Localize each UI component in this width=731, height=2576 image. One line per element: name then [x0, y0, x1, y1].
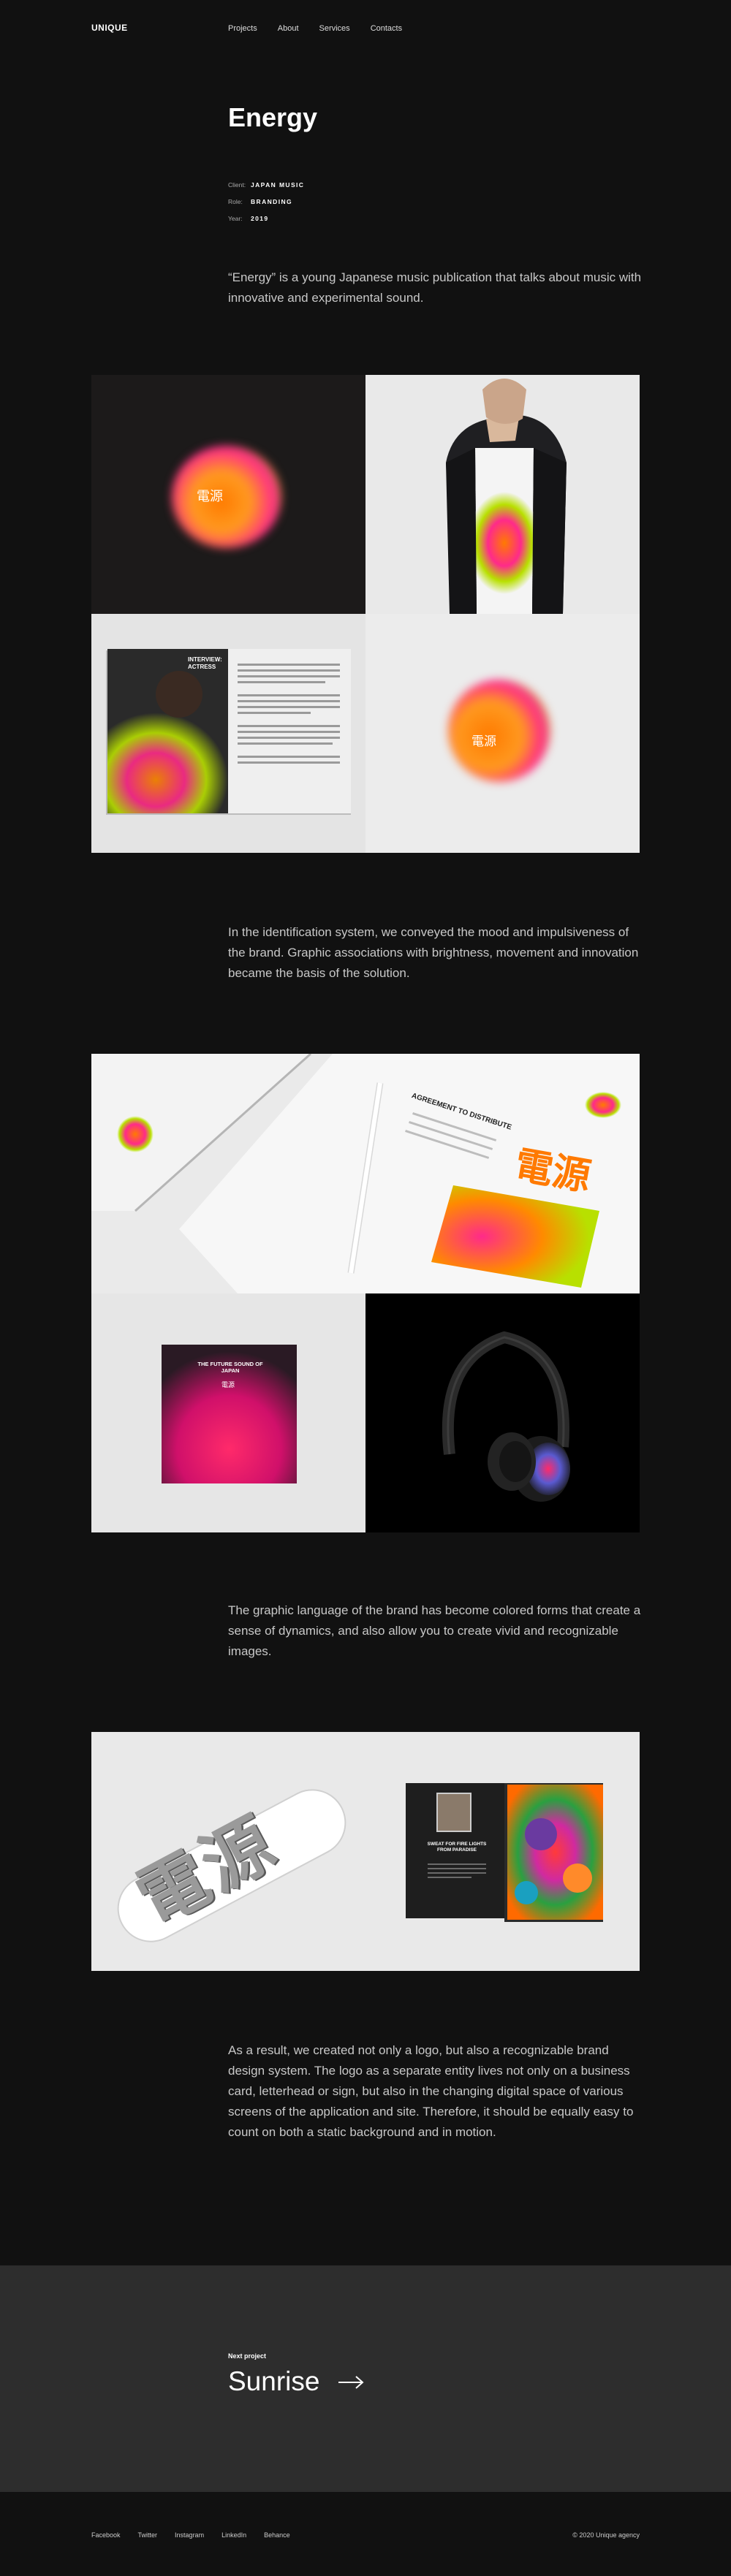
magazine-spread-image: INTERVIEW: ACTRESS: [91, 614, 366, 853]
book-illustration: [366, 1732, 640, 1971]
vinyl-kanji: 電源: [221, 1382, 235, 1389]
main-nav: Projects About Services Contacts: [228, 24, 423, 33]
social-link-facebook[interactable]: Facebook: [91, 2531, 121, 2539]
image-grid-2: AGREEMENT TO DISTRIBUTE 電源 THE FUTURE SO…: [91, 1054, 640, 1532]
arrow-right-icon[interactable]: [338, 2375, 364, 2393]
social-link-behance[interactable]: Behance: [264, 2531, 290, 2539]
magazine-illustration: [91, 614, 366, 853]
magazine-heading: INTERVIEW: ACTRESS: [188, 656, 222, 670]
logo-kanji-2: 電源: [471, 734, 496, 749]
book-title: SWEAT FOR FIRE LIGHTS FROM PARADISE: [427, 1842, 487, 1853]
site-header: UNIQUE Projects About Services Contacts: [0, 0, 731, 58]
social-link-instagram[interactable]: Instagram: [175, 2531, 204, 2539]
skateboard-image: 電源: [91, 1732, 366, 1971]
headphones-illustration: [366, 1293, 640, 1532]
meta-role-value: BRANDING: [251, 197, 293, 205]
meta-role: Role: BRANDING: [228, 193, 304, 210]
meta-year: Year: 2019: [228, 210, 304, 227]
social-links: Facebook Twitter Instagram LinkedIn Beha…: [91, 2531, 308, 2539]
meta-year-key: Year:: [228, 214, 243, 222]
intro-paragraph: “Energy” is a young Japanese music publi…: [228, 270, 642, 305]
logo-blob-light-image: 電源: [366, 614, 640, 853]
next-project-section: Next project Sunrise: [0, 2265, 731, 2492]
nav-item-services[interactable]: Services: [319, 24, 350, 33]
nav-item-projects[interactable]: Projects: [228, 24, 257, 33]
meta-client-value: JAPAN MUSIC: [251, 181, 305, 189]
next-project-label: Next project: [228, 2352, 267, 2360]
nav-item-contacts[interactable]: Contacts: [371, 24, 402, 33]
project-meta: Client: JAPAN MUSIC Role: BRANDING Year:…: [228, 176, 304, 227]
image-grid-1: 電源 INTERVIEW: ACTRESS 電源: [91, 375, 640, 853]
model-jacket-image: [366, 375, 640, 614]
site-footer: Facebook Twitter Instagram LinkedIn Beha…: [0, 2492, 731, 2576]
book-spread-image: SWEAT FOR FIRE LIGHTS FROM PARADISE: [366, 1732, 640, 1971]
meta-client: Client: JAPAN MUSIC: [228, 176, 304, 193]
stationery-image: AGREEMENT TO DISTRIBUTE 電源: [91, 1054, 640, 1293]
copyright-text: © 2020 Unique agency: [572, 2531, 640, 2539]
site-logo[interactable]: UNIQUE: [91, 23, 128, 33]
vinyl-cover-image: THE FUTURE SOUND OF JAPAN 電源: [91, 1293, 366, 1532]
result-paragraph: As a result, we created not only a logo,…: [228, 2043, 634, 2139]
headphones-image: [366, 1293, 640, 1532]
graphic-language-paragraph: The graphic language of the brand has be…: [228, 1603, 641, 1658]
social-link-linkedin[interactable]: LinkedIn: [221, 2531, 246, 2539]
meta-client-key: Client:: [228, 181, 246, 189]
vinyl-title: THE FUTURE SOUND OF JAPAN: [197, 1361, 263, 1374]
page-title: Energy: [228, 102, 318, 132]
logo-kanji-1: 電源: [197, 489, 223, 504]
next-project-title[interactable]: Sunrise: [228, 2366, 319, 2397]
social-link-twitter[interactable]: Twitter: [138, 2531, 158, 2539]
meta-year-value: 2019: [251, 214, 269, 222]
identity-paragraph: In the identification system, we conveye…: [228, 925, 639, 980]
logo-blob-dark-image: 電源: [91, 375, 366, 614]
image-grid-3: 電源 SWEAT FOR FIRE LIGHTS FROM PARADISE: [91, 1732, 640, 1971]
nav-item-about[interactable]: About: [278, 24, 299, 33]
vinyl-illustration: [91, 1293, 366, 1532]
model-illustration: [366, 375, 640, 614]
meta-role-key: Role:: [228, 197, 243, 205]
